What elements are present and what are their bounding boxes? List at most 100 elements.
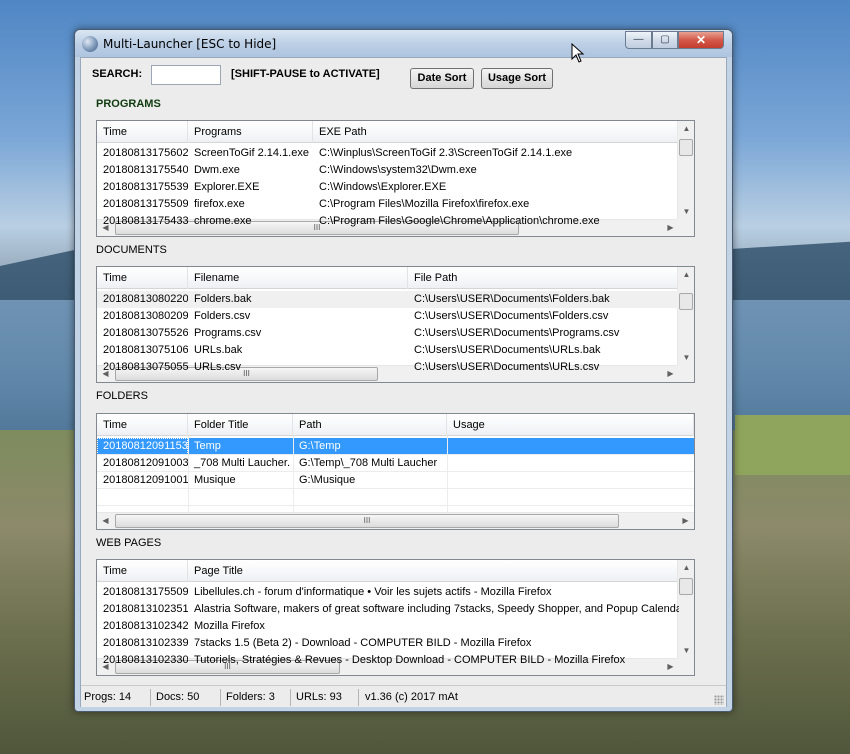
webpages-row[interactable]: 20180813102342 Mozilla Firefox xyxy=(97,618,679,635)
documents-cell: 20180813075055 xyxy=(103,361,188,373)
status-version: v1.36 (c) 2017 mAt xyxy=(365,691,458,703)
date-sort-button[interactable]: Date Sort xyxy=(410,68,474,89)
column-header-path[interactable]: Path xyxy=(293,414,447,436)
webpages-vertical-scrollbar[interactable]: ▲ ▼ xyxy=(677,560,694,659)
programs-row[interactable]: 20180813175433 chrome.exe C:\Program Files… xyxy=(97,213,679,230)
programs-cell: ScreenToGif 2.14.1.exe xyxy=(194,147,309,159)
webpages-cell: 20180813102339 xyxy=(103,637,188,649)
scroll-down-arrow-icon[interactable]: ▼ xyxy=(678,207,694,216)
webpages-cell: 20180813102330 xyxy=(103,654,188,666)
maximize-button[interactable]: ▢ xyxy=(652,31,678,49)
webpages-list-header: Time Page Title xyxy=(97,560,694,582)
column-header-programs[interactable]: Programs xyxy=(188,121,313,143)
scroll-down-arrow-icon[interactable]: ▼ xyxy=(678,353,694,362)
scroll-right-arrow-icon[interactable]: ▶ xyxy=(677,516,694,525)
documents-list[interactable]: Time Filename File Path ▲ ▼ ◀ III ▶ 2018… xyxy=(96,266,695,383)
folders-cell xyxy=(447,455,694,472)
column-gridline xyxy=(188,436,189,512)
documents-cell: Folders.csv xyxy=(194,310,251,322)
programs-cell: 20180813175509 xyxy=(103,198,188,210)
folders-cell: G:\Musique xyxy=(299,474,356,486)
row-gridline xyxy=(97,505,694,506)
scrollbar-corner xyxy=(677,365,694,382)
status-docs-count: Docs: 50 xyxy=(153,689,221,706)
documents-cell: 20180813075526 xyxy=(103,327,188,339)
multi-launcher-window: Multi-Launcher [ESC to Hide] — ▢ ✕ SEARC… xyxy=(74,29,733,712)
documents-row[interactable]: 20180813075055 URLs.csv C:\Users\USER\Docu… xyxy=(97,359,679,376)
documents-cell: Folders.bak xyxy=(194,293,252,305)
webpages-list[interactable]: Time Page Title ▲ ▼ ◀ III ▶ 201808131755… xyxy=(96,559,695,676)
programs-list[interactable]: Time Programs EXE Path ▲ ▼ ◀ III ▶ 20180… xyxy=(96,120,695,237)
scroll-up-arrow-icon[interactable]: ▲ xyxy=(678,124,694,133)
documents-row[interactable]: 20180813075526 Programs.csv C:\Users\USER\… xyxy=(97,325,679,342)
activation-hint: [SHIFT-PAUSE to ACTIVATE] xyxy=(231,68,380,80)
webpages-row[interactable]: 20180813102339 7stacks 1.5 (Beta 2) - Dow… xyxy=(97,635,679,652)
webpages-cell: Libellules.ch - forum d'informatique • V… xyxy=(194,586,552,598)
documents-cell: C:\Users\USER\Documents\URLs.bak xyxy=(414,344,601,356)
programs-cell: firefox.exe xyxy=(194,198,245,210)
documents-vertical-scrollbar[interactable]: ▲ ▼ xyxy=(677,267,694,366)
folders-cell: Musique xyxy=(194,474,236,486)
programs-row[interactable]: 20180813175539 Explorer.EXE C:\Windows\Exp… xyxy=(97,179,679,196)
resize-grip-icon[interactable] xyxy=(714,695,724,705)
folders-cell: G:\Temp\_708 Multi Laucher xyxy=(299,457,438,469)
scroll-down-arrow-icon[interactable]: ▼ xyxy=(678,646,694,655)
documents-row[interactable]: 20180813075106 URLs.bak C:\Users\USER\Docu… xyxy=(97,342,679,359)
programs-section-label: PROGRAMS xyxy=(96,98,161,110)
scroll-thumb[interactable]: III xyxy=(115,514,619,528)
column-header-time[interactable]: Time xyxy=(97,267,188,289)
search-label: SEARCH: xyxy=(92,68,143,80)
title-bar[interactable]: Multi-Launcher [ESC to Hide] — ▢ ✕ xyxy=(75,30,732,57)
close-button[interactable]: ✕ xyxy=(678,31,724,49)
webpages-cell: Alastria Software, makers of great softw… xyxy=(194,603,679,615)
programs-list-header: Time Programs EXE Path xyxy=(97,121,694,143)
webpages-row[interactable]: 20180813102351 Alastria Software, makers … xyxy=(97,601,679,618)
documents-row[interactable]: 20180813080209 Folders.csv C:\Users\USER\D… xyxy=(97,308,679,325)
programs-row[interactable]: 20180813175509 firefox.exe C:\Program File… xyxy=(97,196,679,213)
folders-cell: _708 Multi Laucher. xyxy=(194,457,291,469)
status-folders-count: Folders: 3 xyxy=(223,689,291,706)
folders-row[interactable]: 20180812091003 _708 Multi Laucher. G:\Temp… xyxy=(97,455,694,472)
column-header-folder-title[interactable]: Folder Title xyxy=(188,414,293,436)
documents-cell: URLs.bak xyxy=(194,344,243,356)
scroll-up-arrow-icon[interactable]: ▲ xyxy=(678,563,694,572)
column-header-time[interactable]: Time xyxy=(97,560,188,582)
window-title: Multi-Launcher [ESC to Hide] xyxy=(103,37,277,51)
column-header-time[interactable]: Time xyxy=(97,414,188,436)
programs-cell: Explorer.EXE xyxy=(194,181,260,193)
programs-cell: C:\Winplus\ScreenToGif 2.3\ScreenToGif 2… xyxy=(319,147,573,159)
usage-sort-button[interactable]: Usage Sort xyxy=(481,68,553,89)
scroll-thumb[interactable] xyxy=(679,139,693,156)
app-globe-icon xyxy=(82,36,98,52)
scroll-left-arrow-icon[interactable]: ◀ xyxy=(97,516,114,525)
documents-cell: Programs.csv xyxy=(194,327,262,339)
scroll-up-arrow-icon[interactable]: ▲ xyxy=(678,270,694,279)
programs-cell: C:\Windows\Explorer.EXE xyxy=(319,181,447,193)
documents-section-label: DOCUMENTS xyxy=(96,244,167,256)
row-gridline xyxy=(97,471,694,472)
column-header-time[interactable]: Time xyxy=(97,121,188,143)
folders-horizontal-scrollbar[interactable]: ◀ III ▶ xyxy=(97,512,694,529)
column-header-usage[interactable]: Usage xyxy=(447,414,694,436)
minimize-button[interactable]: — xyxy=(625,31,652,49)
folders-cell: G:\Temp xyxy=(299,440,341,452)
column-header-exe-path[interactable]: EXE Path xyxy=(313,121,679,143)
programs-row[interactable]: 20180813175540 Dwm.exe C:\Windows\system32… xyxy=(97,162,679,179)
column-header-page-title[interactable]: Page Title xyxy=(188,560,679,582)
folders-row[interactable]: 20180812091001 Musique G:\Musique xyxy=(97,472,694,489)
scroll-thumb[interactable] xyxy=(679,578,693,595)
webpages-row[interactable]: 20180813175509 Libellules.ch - forum d'in… xyxy=(97,584,679,601)
folders-cell: 20180812091003 xyxy=(103,457,188,469)
column-header-filename[interactable]: Filename xyxy=(188,267,408,289)
documents-cell: 20180813080209 xyxy=(103,310,188,322)
webpages-row[interactable]: 20180813102330 Tutoriels, Stratégies & Re… xyxy=(97,652,679,669)
programs-vertical-scrollbar[interactable]: ▲ ▼ xyxy=(677,121,694,220)
column-header-file-path[interactable]: File Path xyxy=(408,267,679,289)
folders-list[interactable]: Time Folder Title Path Usage ◀ III ▶ 201… xyxy=(96,413,695,530)
scroll-thumb[interactable] xyxy=(679,293,693,310)
search-input[interactable] xyxy=(151,65,221,85)
programs-cell: chrome.exe xyxy=(194,215,252,227)
documents-row[interactable]: 20180813080220 Folders.bak C:\Users\USER\D… xyxy=(97,291,679,308)
folders-row[interactable]: 20180812091153 Temp G:\Temp xyxy=(97,438,694,455)
programs-row[interactable]: 20180813175602 ScreenToGif 2.14.1.exe C:\W… xyxy=(97,145,679,162)
